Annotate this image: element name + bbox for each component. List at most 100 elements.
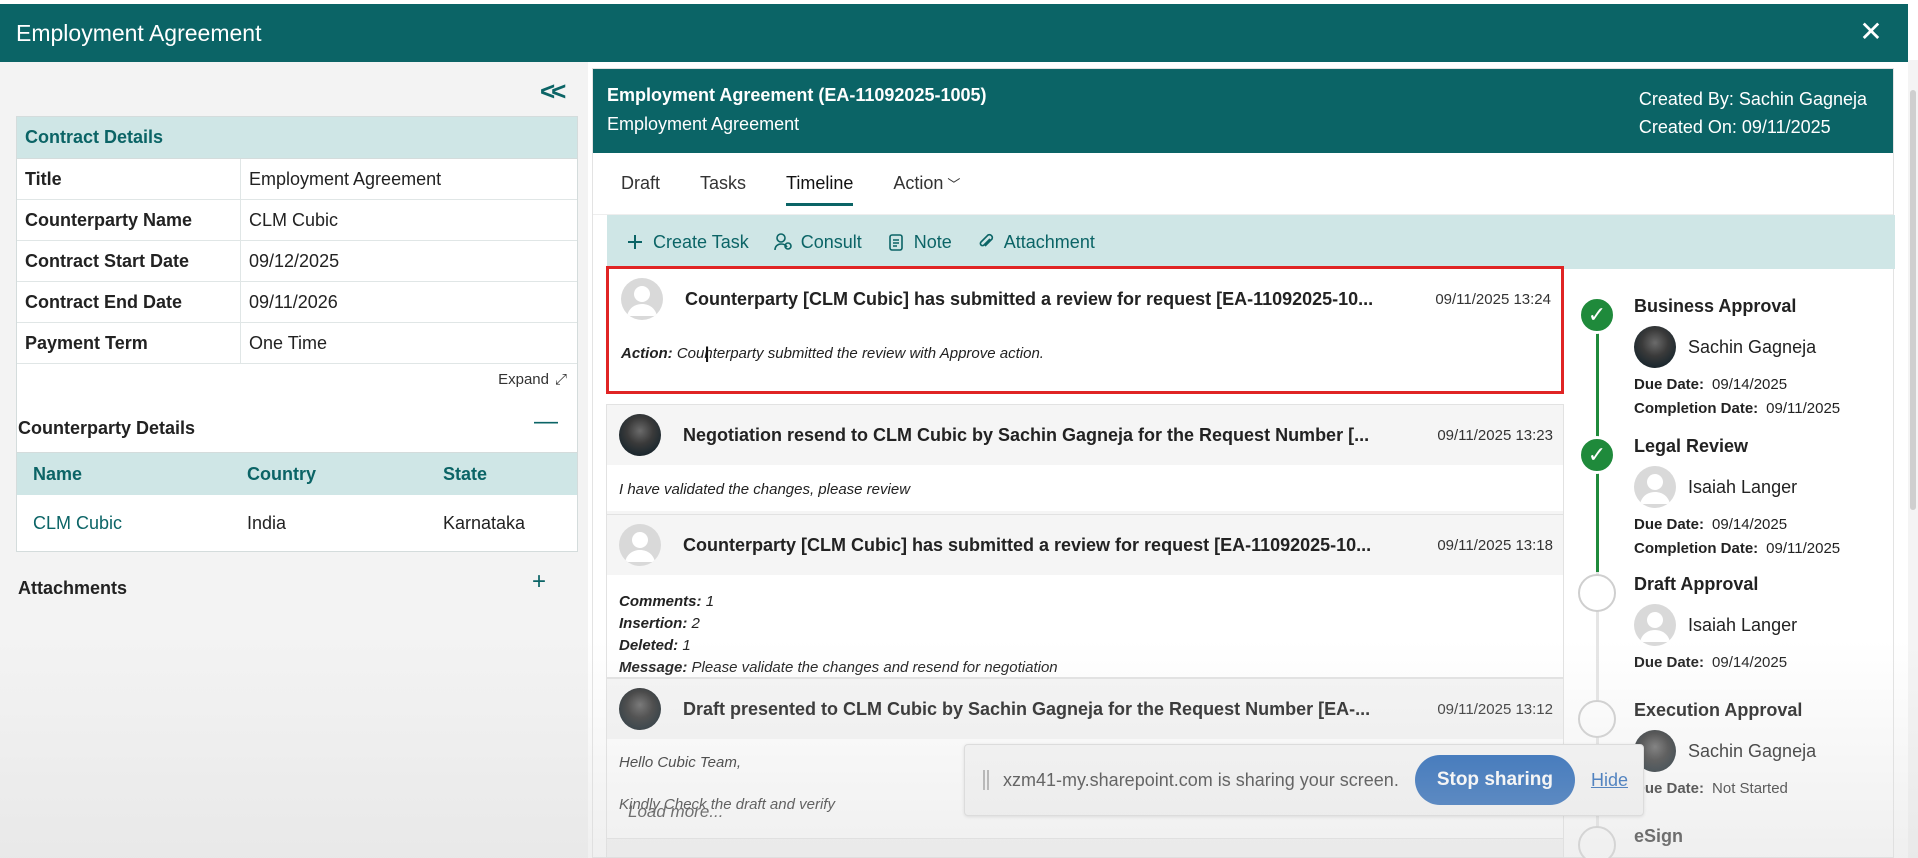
user-icon: [627, 286, 657, 316]
plus-icon: [628, 235, 642, 249]
created-by: Created By: Sachin Gagneja: [1638, 89, 1867, 109]
avatar: [1634, 326, 1676, 368]
step-due: Due Date: 09/14/2025: [1634, 654, 1787, 671]
step-due: Due Date: 09/14/2025: [1634, 376, 1787, 393]
counterparty-table: Name Country State CLM Cubic India Karna…: [16, 452, 578, 552]
scrollbar-thumb[interactable]: [1910, 90, 1916, 510]
assignee-name: Sachin Gagneja: [1688, 336, 1817, 357]
due-value: 09/14/2025: [1712, 516, 1788, 533]
entry-timestamp: 09/11/2025 13:18: [1437, 536, 1553, 554]
entry-timestamp: 09/11/2025 13:24: [1435, 290, 1551, 308]
window-title: Employment Agreement: [16, 19, 262, 46]
left-panel: << Contract Details Title Employment Agr…: [0, 62, 588, 858]
details-label: Contract End Date: [17, 282, 241, 322]
due-label: Due Date:: [1634, 654, 1705, 671]
window-titlebar: Employment Agreement ✕: [0, 4, 1908, 62]
table-header: Name Country State: [17, 453, 577, 495]
column-header-country: Country: [247, 463, 316, 484]
load-more-link[interactable]: Load more...: [628, 802, 723, 822]
details-row: Counterparty Name CLM Cubic: [17, 200, 577, 241]
avatar: [619, 688, 661, 730]
timeline-entry[interactable]: Negotiation resend to CLM Cubic by Sachi…: [606, 404, 1564, 517]
details-label: Payment Term: [17, 323, 241, 363]
add-attachment-icon[interactable]: +: [532, 568, 546, 596]
details-row: Payment Term One Time: [17, 323, 577, 364]
completion-value: 09/11/2025: [1766, 540, 1841, 557]
check-icon: ✓: [1578, 436, 1616, 474]
avatar: [1634, 466, 1676, 508]
contract-header: Employment Agreement (EA-11092025-1005) …: [593, 69, 1893, 153]
details-value: 09/12/2025: [249, 250, 340, 271]
entry-title: Negotiation resend to CLM Cubic by Sachi…: [683, 424, 1370, 445]
collapse-section-icon[interactable]: —: [534, 408, 558, 436]
expand-button[interactable]: Expand ⤢: [17, 364, 577, 394]
avatar: [1634, 604, 1676, 646]
entry-title: Counterparty [CLM Cubic] has submitted a…: [685, 288, 1374, 309]
step-title: Draft Approval: [1634, 574, 1759, 594]
entry-header: Counterparty [CLM Cubic] has submitted a…: [609, 269, 1561, 329]
collapse-panel-icon[interactable]: <<: [540, 76, 566, 107]
attachments-heading: Attachments: [18, 578, 128, 598]
deleted-value: 1: [682, 637, 691, 654]
counterparty-details-heading: Counterparty Details: [18, 418, 196, 438]
step-assignee: Isaiah Langer: [1634, 604, 1797, 646]
step-completion: Completion Date: 09/11/2025: [1634, 540, 1840, 557]
step-assignee: Isaiah Langer: [1634, 466, 1797, 508]
insertion-value: 2: [691, 615, 700, 632]
drag-handle-icon[interactable]: [983, 770, 989, 790]
tab-timeline[interactable]: Timeline: [786, 167, 854, 206]
completion-label: Completion Date:: [1634, 540, 1759, 557]
consult-label: Consult: [800, 231, 862, 252]
due-label: Due Date:: [1634, 780, 1705, 797]
hide-link[interactable]: Hide: [1591, 770, 1628, 791]
stop-sharing-button[interactable]: Stop sharing: [1414, 755, 1575, 805]
chevron-down-icon: ﹀: [947, 177, 961, 192]
table-row: CLM Cubic India Karnataka: [17, 495, 577, 551]
attachment-button[interactable]: Attachment: [976, 232, 1095, 253]
note-icon: [888, 234, 903, 251]
column-header-state: State: [443, 463, 488, 484]
expand-label: Expand: [498, 370, 549, 388]
avatar: [619, 414, 661, 456]
contract-meta: Created By: Sachin Gagneja Created On: 0…: [1639, 85, 1867, 141]
timeline-entry[interactable]: Counterparty [CLM Cubic] has submitted a…: [606, 266, 1564, 394]
counterparty-name-link[interactable]: CLM Cubic: [17, 513, 247, 534]
avatar: [619, 524, 661, 566]
contract-details-heading: Contract Details: [17, 117, 577, 159]
timeline-entry[interactable]: Counterparty [CLM Cubic] has submitted a…: [606, 514, 1564, 678]
create-task-button[interactable]: Create Task: [625, 232, 749, 253]
user-icon: [1640, 474, 1670, 504]
consult-button[interactable]: Consult: [773, 232, 862, 253]
timeline-toolbar: Create Task Consult Note Attachment: [607, 215, 1895, 269]
details-label: Title: [17, 159, 241, 199]
entry-timestamp: 09/11/2025 13:12: [1437, 700, 1553, 718]
check-icon: ✓: [1578, 296, 1616, 334]
message-label: Message:: [619, 659, 688, 676]
entry-body: I have validated the changes, please rev…: [619, 481, 911, 498]
timeline-entry-partial: [606, 838, 1564, 858]
message-value: Please validate the changes and resend f…: [691, 659, 1058, 676]
details-value: Employment Agreement: [249, 168, 442, 189]
step-title: Legal Review: [1634, 436, 1749, 456]
due-value: 09/14/2025: [1712, 654, 1788, 671]
details-label: Contract Start Date: [17, 241, 241, 281]
text-cursor-icon: I: [704, 342, 711, 367]
step-title: Execution Approval: [1634, 700, 1803, 720]
tab-draft[interactable]: Draft: [621, 167, 660, 200]
completion-value: 09/11/2025: [1766, 400, 1841, 417]
step-assignee: Sachin Gagneja: [1634, 730, 1816, 772]
step-title: eSign: [1634, 826, 1684, 846]
scrollbar[interactable]: [1908, 60, 1918, 858]
close-button[interactable]: ✕: [1856, 16, 1886, 47]
tab-action[interactable]: Action ﹀: [893, 167, 960, 200]
entry-timestamp: 09/11/2025 13:23: [1437, 426, 1553, 444]
due-value: Not Started: [1712, 780, 1788, 797]
due-label: Due Date:: [1634, 376, 1705, 393]
consult-icon: [773, 233, 792, 251]
pending-circle-icon: [1578, 826, 1616, 858]
note-button[interactable]: Note: [886, 232, 952, 253]
comments-value: 1: [705, 593, 715, 610]
tab-tasks[interactable]: Tasks: [700, 167, 746, 200]
step-title: Business Approval: [1634, 296, 1797, 316]
user-icon: [625, 532, 655, 562]
